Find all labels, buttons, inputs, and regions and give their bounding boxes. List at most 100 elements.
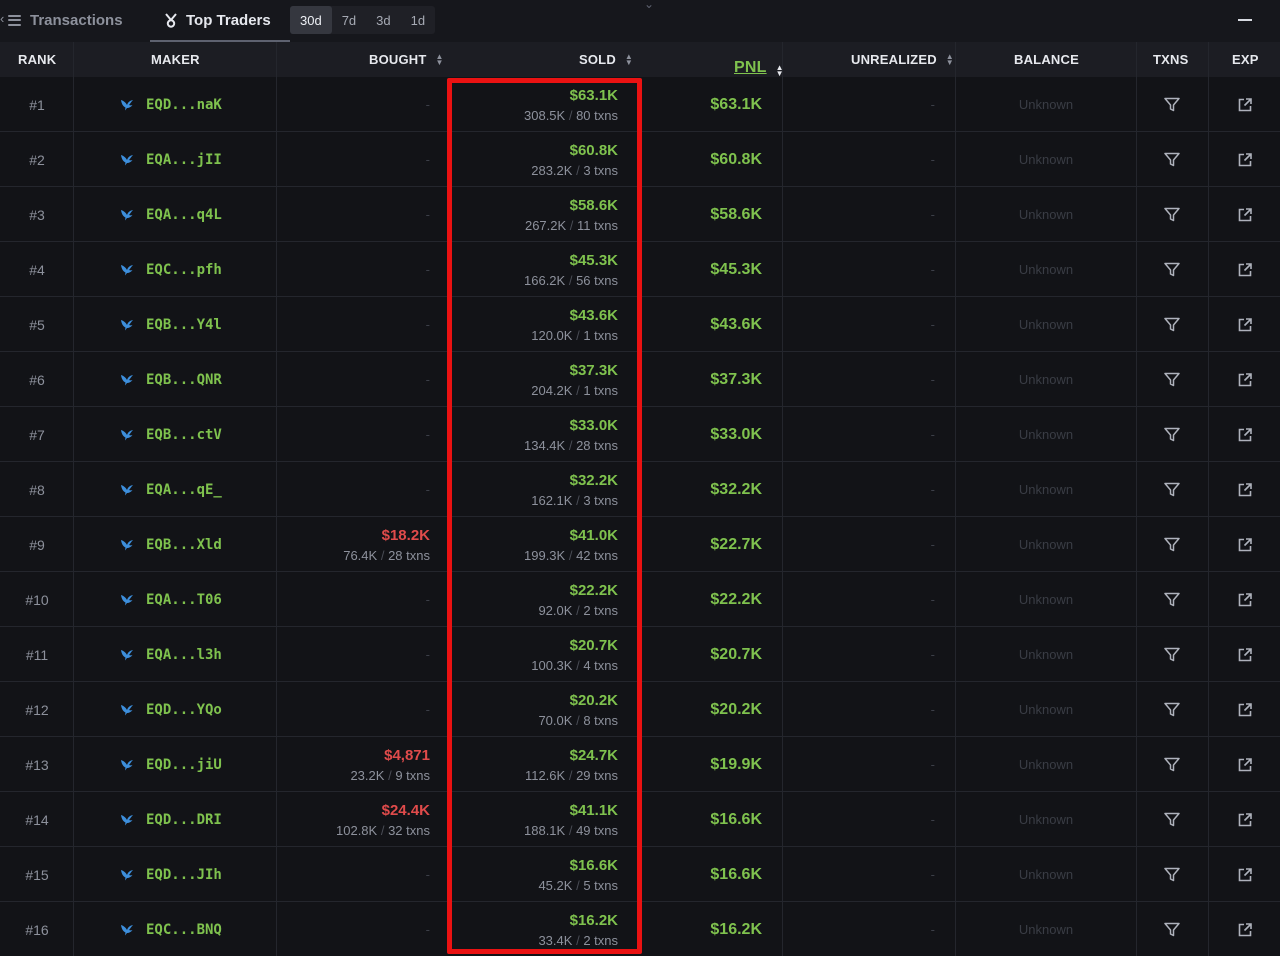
- external-link-icon[interactable]: [1209, 902, 1280, 956]
- table-row[interactable]: #9 EQB...Xld $18.2K 76.4K / 28 txns $41.…: [0, 517, 1280, 572]
- filter-icon[interactable]: [1137, 572, 1207, 627]
- external-link-icon[interactable]: [1209, 792, 1280, 847]
- external-link-icon[interactable]: [1209, 847, 1280, 902]
- filter-icon[interactable]: [1137, 792, 1207, 847]
- filter-icon[interactable]: [1137, 297, 1207, 352]
- table-row[interactable]: #3 EQA...q4L - $58.6K 267.2K / 11 txns $…: [0, 187, 1280, 242]
- external-link-icon[interactable]: [1209, 297, 1280, 352]
- filter-icon[interactable]: [1137, 847, 1207, 902]
- table-row[interactable]: #16 EQC...BNQ - $16.2K 33.4K / 2 txns $1…: [0, 902, 1280, 956]
- balance-cell: Unknown: [1018, 262, 1074, 277]
- external-link-icon[interactable]: [1209, 682, 1280, 737]
- sold-amount: $37.3K: [569, 361, 618, 379]
- chevron-left-icon[interactable]: ‹: [0, 11, 4, 26]
- maker-link[interactable]: EQD...JIh: [120, 847, 222, 902]
- filter-icon[interactable]: [1137, 902, 1207, 956]
- maker-link[interactable]: EQB...Xld: [120, 517, 222, 572]
- filter-icon[interactable]: [1137, 352, 1207, 407]
- tab-transactions[interactable]: Transactions: [8, 0, 123, 40]
- maker-link[interactable]: EQC...pfh: [120, 242, 222, 297]
- table-row[interactable]: #5 EQB...Y4l - $43.6K 120.0K / 1 txns $4…: [0, 297, 1280, 352]
- external-link-icon[interactable]: [1209, 627, 1280, 682]
- filter-icon[interactable]: [1137, 462, 1207, 517]
- sold-detail: 45.2K / 5 txns: [538, 877, 618, 893]
- table-row[interactable]: #12 EQD...YQo - $20.2K 70.0K / 8 txns $2…: [0, 682, 1280, 737]
- chevron-down-icon[interactable]: ⌄: [644, 0, 654, 11]
- maker-link[interactable]: EQA...jII: [120, 132, 222, 187]
- filter-icon[interactable]: [1137, 187, 1207, 242]
- maker-link[interactable]: EQB...ctV: [120, 407, 222, 462]
- column-sold[interactable]: SOLD ▲ ▼: [579, 42, 633, 77]
- table-row[interactable]: #8 EQA...qE_ - $32.2K 162.1K / 3 txns $3…: [0, 462, 1280, 517]
- table-row[interactable]: #6 EQB...QNR - $37.3K 204.2K / 1 txns $3…: [0, 352, 1280, 407]
- filter-icon[interactable]: [1137, 77, 1207, 132]
- external-link-icon[interactable]: [1209, 187, 1280, 242]
- filter-icon[interactable]: [1137, 242, 1207, 297]
- column-balance: BALANCE: [1014, 52, 1079, 67]
- period-selector: 30d 7d 3d 1d: [290, 6, 436, 34]
- maker-link[interactable]: EQD...jiU: [120, 737, 222, 792]
- external-link-icon[interactable]: [1209, 517, 1280, 572]
- filter-icon[interactable]: [1137, 737, 1207, 792]
- maker-link[interactable]: EQC...BNQ: [120, 902, 222, 956]
- period-1d[interactable]: 1d: [401, 6, 435, 34]
- filter-icon[interactable]: [1137, 627, 1207, 682]
- sort-icon: ▲ ▼: [624, 51, 634, 67]
- external-link-icon[interactable]: [1209, 352, 1280, 407]
- table-row[interactable]: #2 EQA...jII - $60.8K 283.2K / 3 txns $6…: [0, 132, 1280, 187]
- period-7d[interactable]: 7d: [332, 6, 366, 34]
- column-bought[interactable]: BOUGHT ▲ ▼: [369, 42, 444, 77]
- bought-detail: 76.4K / 28 txns: [343, 547, 430, 563]
- period-3d[interactable]: 3d: [366, 6, 400, 34]
- filter-icon[interactable]: [1137, 682, 1207, 737]
- maker-address: EQA...jII: [146, 151, 222, 168]
- table-row[interactable]: #10 EQA...T06 - $22.2K 92.0K / 2 txns $2…: [0, 572, 1280, 627]
- table-row[interactable]: #11 EQA...l3h - $20.7K 100.3K / 4 txns $…: [0, 627, 1280, 682]
- filter-icon[interactable]: [1137, 517, 1207, 572]
- maker-link[interactable]: EQD...YQo: [120, 682, 222, 737]
- maker-address: EQC...BNQ: [146, 921, 222, 938]
- maker-link[interactable]: EQA...T06: [120, 572, 222, 627]
- maker-link[interactable]: EQD...DRI: [120, 792, 222, 847]
- sold-cell: $37.3K 204.2K / 1 txns: [450, 352, 618, 407]
- maker-link[interactable]: EQA...q4L: [120, 187, 222, 242]
- table-row[interactable]: #4 EQC...pfh - $45.3K 166.2K / 56 txns $…: [0, 242, 1280, 297]
- maker-link[interactable]: EQA...qE_: [120, 462, 222, 517]
- sold-cell: $24.7K 112.6K / 29 txns: [450, 737, 618, 792]
- external-link-icon[interactable]: [1209, 77, 1280, 132]
- external-link-icon[interactable]: [1209, 737, 1280, 792]
- pnl-cell: $16.2K: [710, 920, 762, 938]
- external-link-icon[interactable]: [1209, 407, 1280, 462]
- minimize-icon[interactable]: [1238, 19, 1252, 21]
- filter-icon[interactable]: [1137, 407, 1207, 462]
- ton-bird-icon: [120, 429, 136, 441]
- table-row[interactable]: #7 EQB...ctV - $33.0K 134.4K / 28 txns $…: [0, 407, 1280, 462]
- balance-cell: Unknown: [1018, 537, 1074, 552]
- external-link-icon[interactable]: [1209, 242, 1280, 297]
- sold-amount: $20.7K: [569, 636, 618, 654]
- table-header: RANK MAKER BOUGHT ▲ ▼ SOLD ▲ ▼ PNL ▲ ▼ UNREALI…: [0, 42, 1280, 78]
- external-link-icon[interactable]: [1209, 462, 1280, 517]
- sold-cell: $45.3K 166.2K / 56 txns: [450, 242, 618, 297]
- bought-cell: -: [278, 572, 430, 627]
- period-30d[interactable]: 30d: [290, 6, 332, 34]
- column-exp: EXP: [1232, 52, 1259, 67]
- rank-cell: #12: [25, 701, 49, 718]
- maker-link[interactable]: EQA...l3h: [120, 627, 222, 682]
- table-row[interactable]: #13 EQD...jiU $4,871 23.2K / 9 txns $24.…: [0, 737, 1280, 792]
- filter-icon[interactable]: [1137, 132, 1207, 187]
- table-row[interactable]: #1 EQD...naK - $63.1K 308.5K / 80 txns $…: [0, 77, 1280, 132]
- column-pnl[interactable]: PNL ▲ ▼: [734, 42, 856, 78]
- external-link-icon[interactable]: [1209, 572, 1280, 627]
- maker-link[interactable]: EQB...QNR: [120, 352, 222, 407]
- maker-link[interactable]: EQD...naK: [120, 77, 222, 132]
- tab-top-traders[interactable]: Top Traders: [150, 0, 290, 42]
- sold-amount: $43.6K: [569, 306, 618, 324]
- maker-link[interactable]: EQB...Y4l: [120, 297, 222, 352]
- rank-cell: #9: [29, 536, 45, 553]
- table-row[interactable]: #15 EQD...JIh - $16.6K 45.2K / 5 txns $1…: [0, 847, 1280, 902]
- column-unrealized[interactable]: UNREALIZED ▲ ▼: [851, 42, 954, 77]
- external-link-icon[interactable]: [1209, 132, 1280, 187]
- unrealized-cell: -: [930, 372, 935, 387]
- table-row[interactable]: #14 EQD...DRI $24.4K 102.8K / 32 txns $4…: [0, 792, 1280, 847]
